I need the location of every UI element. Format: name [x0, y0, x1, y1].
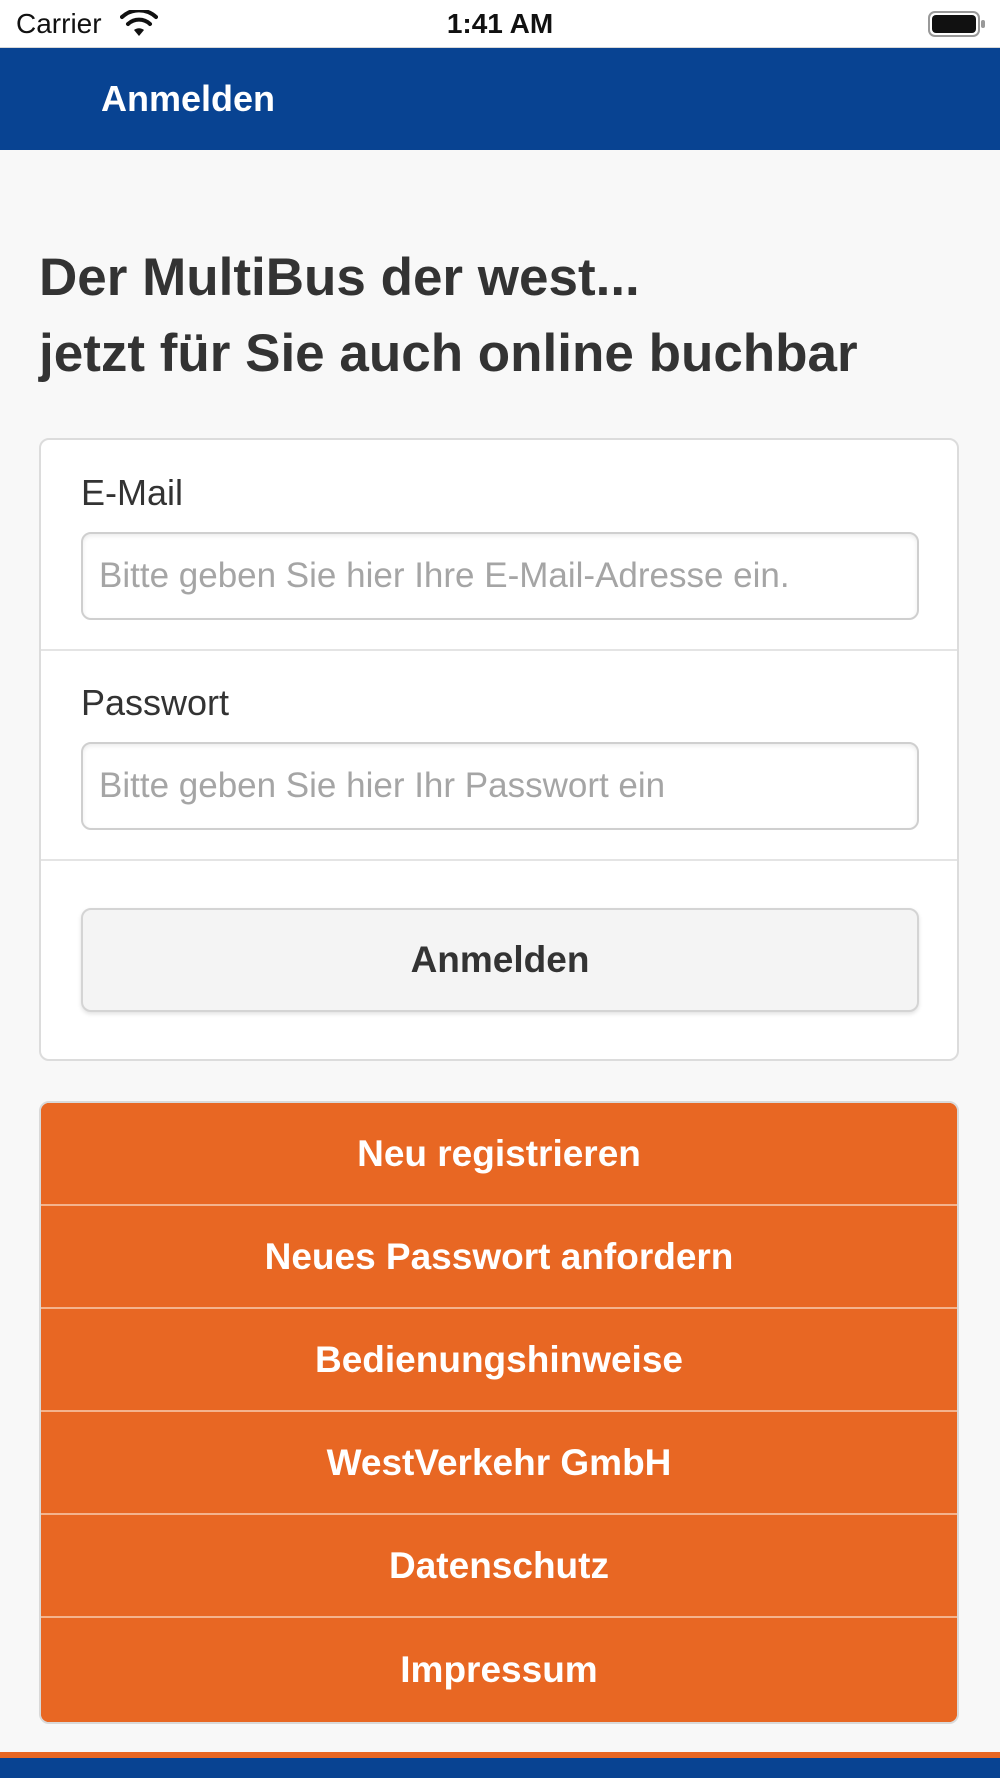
reset-password-button[interactable]: Neues Passwort anfordern	[41, 1206, 957, 1309]
divider	[41, 859, 957, 861]
imprint-button[interactable]: Impressum	[41, 1618, 957, 1722]
password-label: Passwort	[81, 682, 230, 723]
page-headline: Der MultiBus der west... jetzt für Sie a…	[39, 240, 979, 392]
clock: 1:41 AM	[446, 8, 554, 39]
divider	[41, 649, 957, 651]
register-button[interactable]: Neu registrieren	[41, 1103, 957, 1206]
email-field[interactable]	[81, 532, 919, 620]
action-menu: Neu registrieren Neues Passwort anforder…	[39, 1101, 959, 1724]
headline-line-1: Der MultiBus der west...	[39, 248, 640, 307]
status-bar: Carrier 1:41 AM	[0, 0, 1000, 48]
headline-line-2: jetzt für Sie auch online buchbar	[39, 324, 858, 383]
nav-bar: Anmelden	[0, 48, 1000, 150]
footer-bar	[0, 1758, 1000, 1778]
password-field[interactable]	[81, 742, 919, 830]
nav-title: Anmelden	[101, 78, 276, 119]
login-card: E-Mail Passwort Anmelden	[39, 438, 959, 1061]
battery-icon	[928, 10, 986, 38]
privacy-button[interactable]: Datenschutz	[41, 1515, 957, 1618]
instructions-button[interactable]: Bedienungshinweise	[41, 1309, 957, 1412]
company-button[interactable]: WestVerkehr GmbH	[41, 1412, 957, 1515]
email-label: E-Mail	[81, 472, 184, 513]
login-button[interactable]: Anmelden	[81, 908, 919, 1012]
